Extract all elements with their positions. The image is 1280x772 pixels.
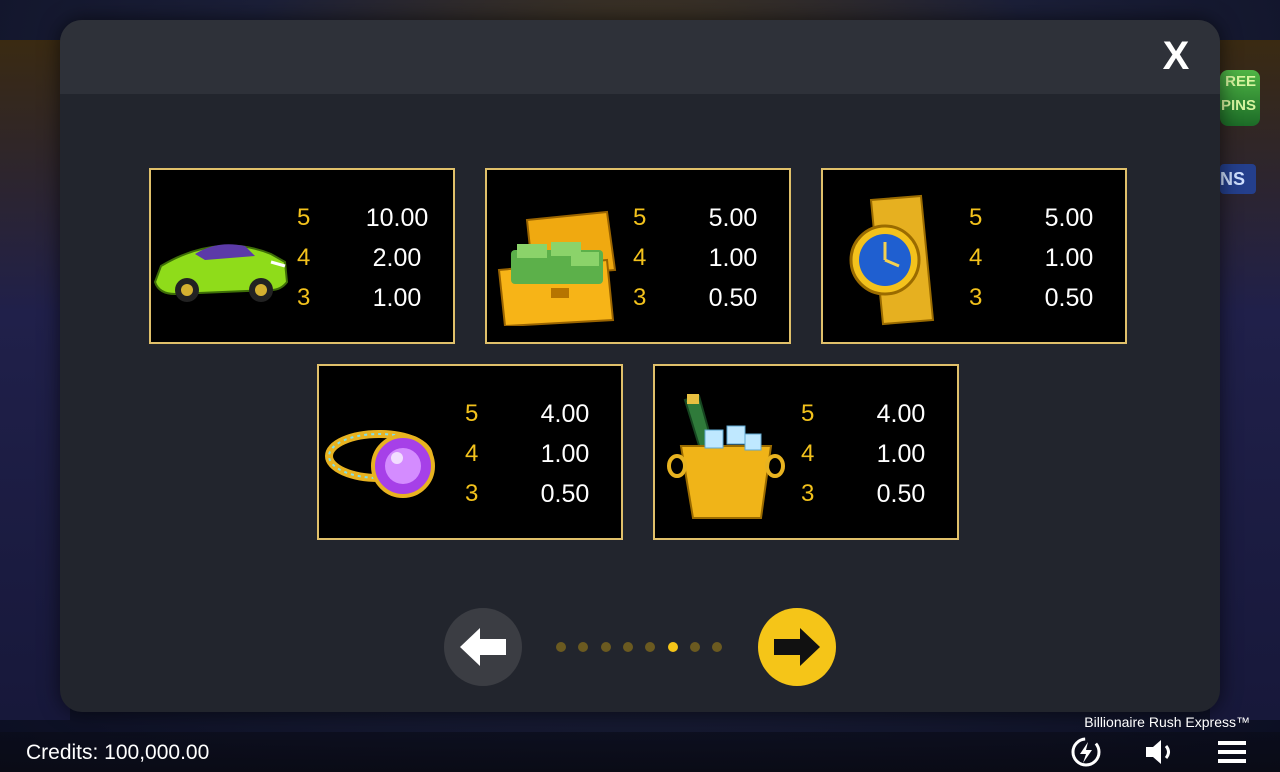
pay-row: 4 1.00: [465, 434, 615, 474]
pay-row: 3 1.00: [297, 278, 447, 318]
pay-row: 5 10.00: [297, 198, 447, 238]
pay-row: 5 4.00: [465, 394, 615, 434]
payout-value: 1.00: [540, 440, 590, 468]
match-count: 4: [801, 440, 815, 467]
sound-button[interactable]: [1142, 736, 1178, 768]
diamond-ring-icon: [325, 430, 435, 498]
pay-row: 3 0.50: [801, 474, 951, 514]
sports-car-icon: [153, 244, 289, 302]
page-dot[interactable]: [622, 642, 633, 652]
payout-value: 1.00: [876, 440, 926, 468]
payout-value: 0.50: [1044, 284, 1094, 312]
pay-row: 5 5.00: [633, 198, 783, 238]
turbo-button[interactable]: [1068, 736, 1104, 768]
pay-row: 4 2.00: [297, 238, 447, 278]
arrow-right-icon: [774, 628, 820, 666]
match-count: 4: [465, 440, 479, 467]
pay-row: 4 1.00: [801, 434, 951, 474]
page-dot[interactable]: [712, 642, 723, 652]
free-spins-badge: REE PINS: [1220, 70, 1260, 126]
speaker-icon: [1146, 740, 1170, 764]
pay-rows: 5 10.00 4 2.00 3 1.00: [297, 198, 447, 318]
page-dot[interactable]: [600, 642, 611, 652]
match-count: 3: [969, 284, 983, 311]
game-title: Billionaire Rush Express™: [1084, 714, 1250, 730]
paytable-card-champagne: 5 4.00 4 1.00 3 0.50: [653, 364, 959, 540]
pay-row: 5 5.00: [969, 198, 1119, 238]
pay-row: 3 0.50: [465, 474, 615, 514]
match-count: 5: [801, 400, 815, 427]
match-count: 3: [633, 284, 647, 311]
pay-rows: 5 4.00 4 1.00 3 0.50: [465, 394, 615, 514]
payout-value: 10.00: [365, 204, 429, 232]
match-count: 5: [297, 204, 311, 231]
match-count: 3: [465, 480, 479, 507]
background-reels-right: [1210, 40, 1280, 720]
paytable-card-suitcase: 5 5.00 4 1.00 3 0.50: [485, 168, 791, 344]
payout-value: 1.00: [708, 244, 758, 272]
match-count: 3: [801, 480, 815, 507]
pay-rows: 5 5.00 4 1.00 3 0.50: [969, 198, 1119, 318]
match-count: 3: [297, 284, 311, 311]
paytable-modal: X 5 10.00 4 2.00 3 1.00 5 5.00 4 1.00 3 …: [60, 20, 1220, 712]
next-page-button[interactable]: [758, 608, 836, 686]
pay-row: 3 0.50: [969, 278, 1119, 318]
match-count: 4: [969, 244, 983, 271]
paytable-card-car: 5 10.00 4 2.00 3 1.00: [149, 168, 455, 344]
match-count: 5: [633, 204, 647, 231]
payout-value: 5.00: [1044, 204, 1094, 232]
payout-value: 4.00: [876, 400, 926, 428]
champagne-bucket-icon: [667, 394, 785, 519]
page-dot[interactable]: [667, 642, 678, 652]
payout-value: 1.00: [372, 284, 422, 312]
pay-row: 3 0.50: [633, 278, 783, 318]
modal-header: [60, 20, 1220, 94]
gold-watch-icon: [849, 194, 935, 326]
payout-value: 0.50: [708, 284, 758, 312]
close-button[interactable]: X: [1156, 34, 1196, 78]
close-icon[interactable]: X: [1163, 34, 1190, 78]
pay-rows: 5 5.00 4 1.00 3 0.50: [633, 198, 783, 318]
match-count: 4: [633, 244, 647, 271]
payout-value: 0.50: [876, 480, 926, 508]
page-dot[interactable]: [578, 642, 589, 652]
page-dot[interactable]: [556, 642, 566, 652]
page-dot[interactable]: [689, 642, 700, 652]
payout-value: 0.50: [540, 480, 590, 508]
credits-display: Credits: 100,000.00: [26, 741, 210, 764]
match-count: 5: [465, 400, 479, 427]
pay-rows: 5 4.00 4 1.00 3 0.50: [801, 394, 951, 514]
pay-row: 4 1.00: [969, 238, 1119, 278]
match-count: 5: [969, 204, 983, 231]
page-indicator: [556, 642, 726, 654]
match-count: 4: [297, 244, 311, 271]
payout-value: 4.00: [540, 400, 590, 428]
arrow-left-icon: [460, 628, 506, 666]
pay-row: 5 4.00: [801, 394, 951, 434]
menu-button[interactable]: [1214, 736, 1250, 768]
cash-suitcase-icon: [497, 210, 617, 326]
previous-page-button[interactable]: [444, 608, 522, 686]
payout-value: 2.00: [372, 244, 422, 272]
paytable-card-ring: 5 4.00 4 1.00 3 0.50: [317, 364, 623, 540]
page-dot[interactable]: [645, 642, 656, 652]
payout-value: 1.00: [1044, 244, 1094, 272]
menu-icon: [1218, 741, 1246, 763]
paytable-card-watch: 5 5.00 4 1.00 3 0.50: [821, 168, 1127, 344]
turbo-icon: [1071, 737, 1101, 767]
bonus-tag: NS: [1220, 164, 1256, 194]
payout-value: 5.00: [708, 204, 758, 232]
pay-row: 4 1.00: [633, 238, 783, 278]
